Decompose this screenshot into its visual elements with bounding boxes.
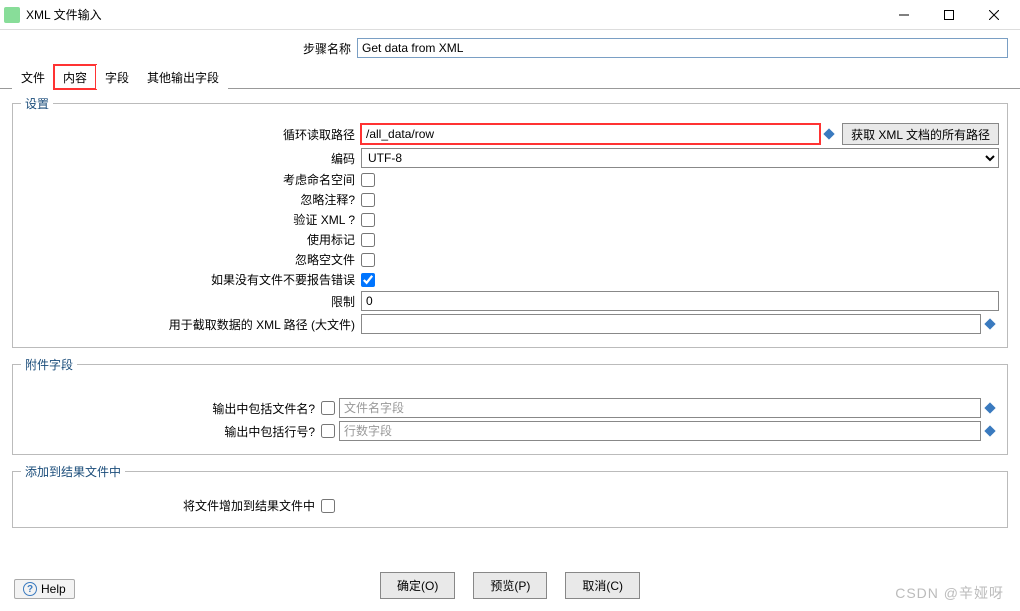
- use-markers-label: 使用标记: [21, 231, 361, 248]
- namespace-checkbox[interactable]: [361, 173, 375, 187]
- include-filename-label: 输出中包括文件名?: [21, 400, 321, 417]
- rownum-field-input: [339, 421, 981, 441]
- validate-xml-checkbox[interactable]: [361, 213, 375, 227]
- limit-input[interactable]: [361, 291, 999, 311]
- ignore-comments-checkbox[interactable]: [361, 193, 375, 207]
- preview-button[interactable]: 预览(P): [473, 572, 547, 599]
- minimize-button[interactable]: [881, 1, 926, 29]
- close-button[interactable]: [971, 1, 1016, 29]
- content-panel: 设置 循环读取路径 获取 XML 文档的所有路径 编码 UTF-8 考虑命名空间…: [0, 89, 1020, 544]
- maximize-button[interactable]: [926, 1, 971, 29]
- include-rownum-label: 输出中包括行号?: [21, 423, 321, 440]
- ignore-empty-checkbox[interactable]: [361, 253, 375, 267]
- encoding-label: 编码: [21, 150, 361, 167]
- include-filename-checkbox[interactable]: [321, 401, 335, 415]
- button-bar: 确定(O) 预览(P) 取消(C): [0, 572, 1020, 599]
- ok-button[interactable]: 确定(O): [380, 572, 455, 599]
- watermark: CSDN @辛娅呀: [895, 583, 1004, 603]
- ignore-empty-label: 忽略空文件: [21, 251, 361, 268]
- validate-xml-label: 验证 XML ?: [21, 211, 361, 228]
- variable-icon[interactable]: [983, 317, 997, 331]
- app-icon: [4, 7, 20, 23]
- tab-other-output[interactable]: 其他输出字段: [138, 65, 228, 89]
- step-name-label: 步骤名称: [12, 40, 357, 57]
- no-error-checkbox[interactable]: [361, 273, 375, 287]
- addresult-legend: 添加到结果文件中: [21, 463, 125, 480]
- title-bar: XML 文件输入: [0, 0, 1020, 30]
- settings-group: 设置 循环读取路径 获取 XML 文档的所有路径 编码 UTF-8 考虑命名空间…: [12, 95, 1008, 348]
- add-to-result-label: 将文件增加到结果文件中: [21, 497, 321, 514]
- step-name-row: 步骤名称: [0, 30, 1020, 64]
- attach-legend: 附件字段: [21, 356, 77, 373]
- use-markers-checkbox[interactable]: [361, 233, 375, 247]
- namespace-label: 考虑命名空间: [21, 171, 361, 188]
- attach-group: 附件字段 输出中包括文件名? 输出中包括行号?: [12, 356, 1008, 455]
- tab-fields[interactable]: 字段: [96, 65, 138, 89]
- cancel-button[interactable]: 取消(C): [565, 572, 640, 599]
- variable-icon[interactable]: [822, 127, 836, 141]
- window-title: XML 文件输入: [26, 6, 881, 23]
- no-error-label: 如果没有文件不要报告错误: [21, 271, 361, 288]
- addresult-group: 添加到结果文件中 将文件增加到结果文件中: [12, 463, 1008, 528]
- filename-field-input: [339, 398, 981, 418]
- add-to-result-checkbox[interactable]: [321, 499, 335, 513]
- include-rownum-checkbox[interactable]: [321, 424, 335, 438]
- xml-big-path-label: 用于截取数据的 XML 路径 (大文件): [21, 316, 361, 333]
- tab-bar: 文件 内容 字段 其他输出字段: [0, 64, 1020, 89]
- xml-big-path-input[interactable]: [361, 314, 981, 334]
- variable-icon[interactable]: [983, 401, 997, 415]
- variable-icon[interactable]: [983, 424, 997, 438]
- step-name-input[interactable]: [357, 38, 1008, 58]
- tab-content[interactable]: 内容: [54, 65, 96, 89]
- limit-label: 限制: [21, 293, 361, 310]
- tab-file[interactable]: 文件: [12, 65, 54, 89]
- encoding-select[interactable]: UTF-8: [361, 148, 999, 168]
- ignore-comments-label: 忽略注释?: [21, 191, 361, 208]
- get-xml-paths-button[interactable]: 获取 XML 文档的所有路径: [842, 123, 999, 145]
- loop-path-label: 循环读取路径: [21, 126, 361, 143]
- settings-legend: 设置: [21, 95, 53, 112]
- loop-path-input[interactable]: [361, 124, 820, 144]
- window-controls: [881, 1, 1016, 29]
